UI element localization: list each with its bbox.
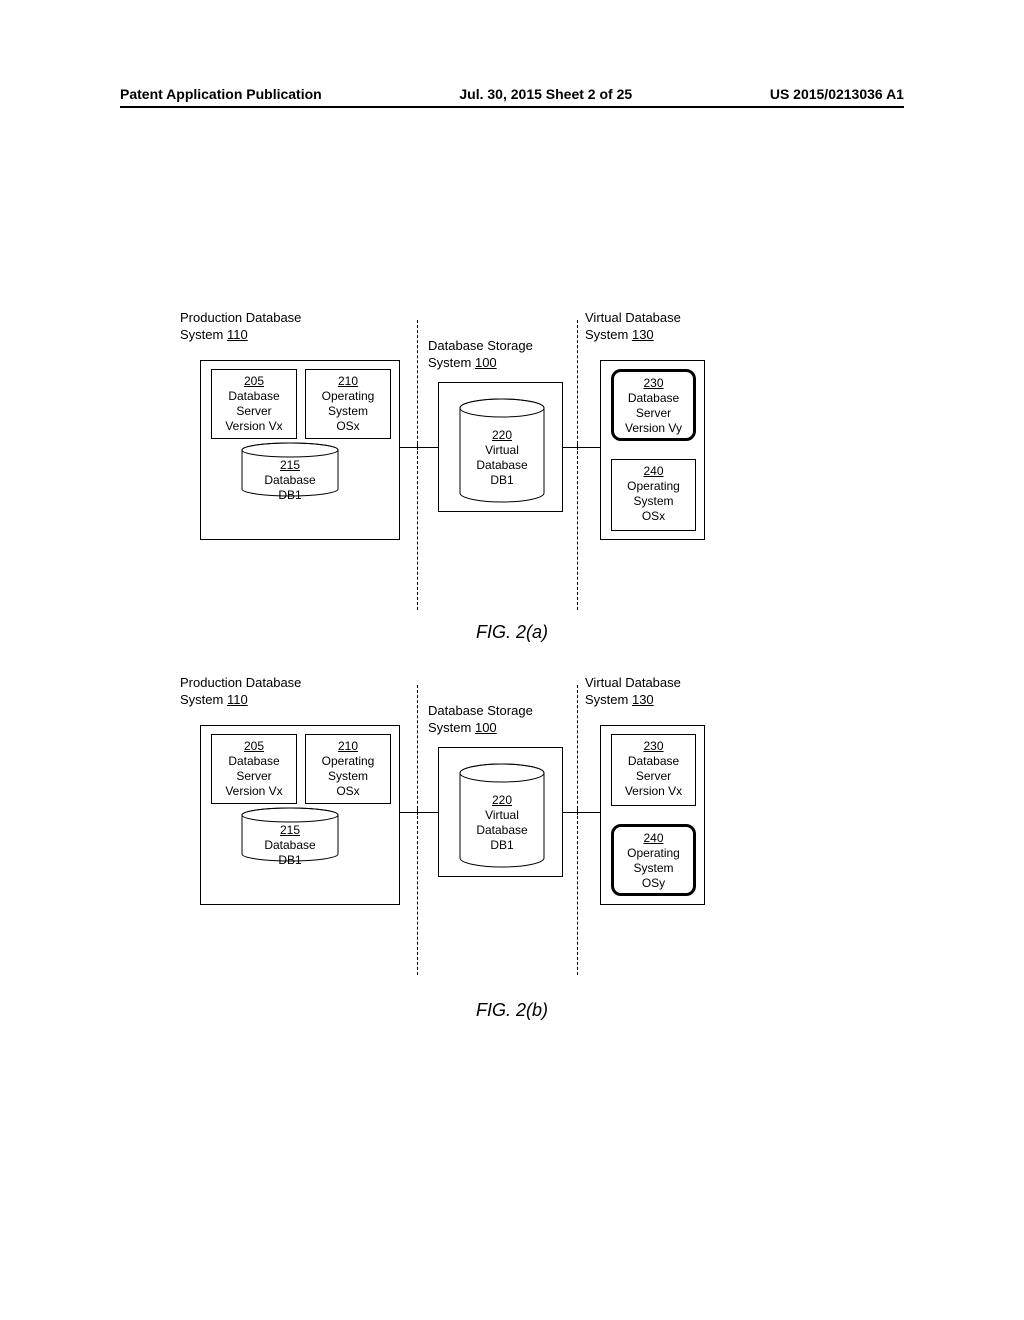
virtual-system-box: 230 Database Server Version Vy 240 Opera… (600, 360, 705, 540)
box-230-db-server: 230 Database Server Version Vy (611, 369, 696, 441)
connector-storage-virtual (563, 812, 600, 813)
box-210-os: 210 Operating System OSx (305, 369, 391, 439)
connector-prod-storage (400, 447, 438, 448)
cylinder-220-virtual-db: 220 Virtual Database DB1 (442, 763, 562, 873)
label-virtual-system: Virtual Database System 130 (585, 675, 715, 709)
tick (577, 809, 578, 815)
figure-2b-caption: FIG. 2(b) (0, 1000, 1024, 1021)
tick (417, 444, 418, 450)
divider-right (577, 320, 578, 610)
cylinder-215-database: 215 Database DB1 (240, 442, 340, 497)
divider-right (577, 685, 578, 975)
figure-2a-caption: FIG. 2(a) (0, 622, 1024, 643)
box-210-os: 210 Operating System OSx (305, 734, 391, 804)
label-production-system: Production Database System 110 (180, 675, 320, 709)
cylinder-215-database: 215 Database DB1 (240, 807, 340, 862)
divider-left (417, 320, 418, 610)
tick (417, 809, 418, 815)
label-production-system: Production Database System 110 (180, 310, 320, 344)
label-storage-system: Database Storage System 100 (428, 703, 558, 737)
tick (577, 444, 578, 450)
connector-prod-storage (400, 812, 438, 813)
header-right: US 2015/0213036 A1 (770, 86, 904, 102)
header-center: Jul. 30, 2015 Sheet 2 of 25 (459, 86, 632, 102)
page-header: Patent Application Publication Jul. 30, … (120, 86, 904, 108)
box-205-db-server: 205 Database Server Version Vx (211, 734, 297, 804)
box-230-db-server: 230 Database Server Version Vx (611, 734, 696, 806)
divider-left (417, 685, 418, 975)
box-240-os: 240 Operating System OSx (611, 459, 696, 531)
label-virtual-system: Virtual Database System 130 (585, 310, 715, 344)
header-left: Patent Application Publication (120, 86, 322, 102)
box-205-db-server: 205 Database Server Version Vx (211, 369, 297, 439)
connector-storage-virtual (563, 447, 600, 448)
virtual-system-box: 230 Database Server Version Vx 240 Opera… (600, 725, 705, 905)
box-240-os: 240 Operating System OSy (611, 824, 696, 896)
label-storage-system: Database Storage System 100 (428, 338, 558, 372)
cylinder-220-virtual-db: 220 Virtual Database DB1 (442, 398, 562, 508)
